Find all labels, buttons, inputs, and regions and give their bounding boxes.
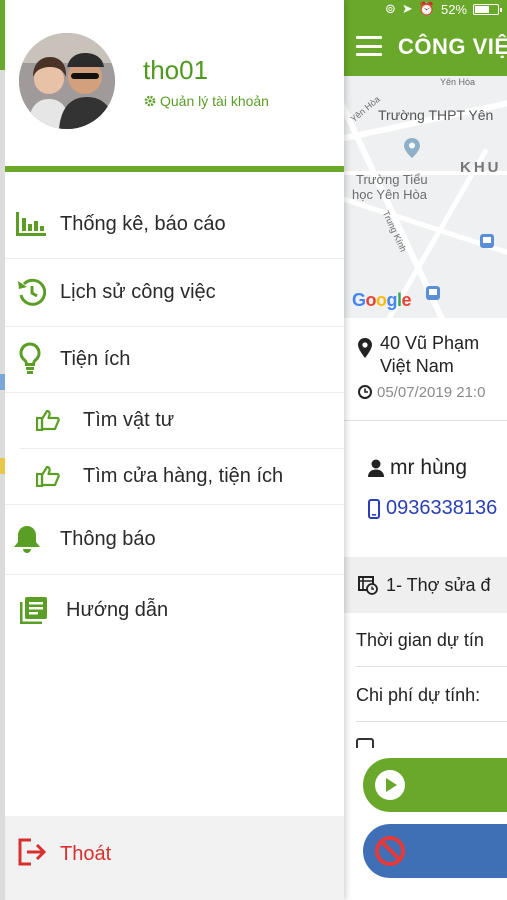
manage-account-link[interactable]: Quản lý tài khoản	[144, 93, 269, 109]
bus-stop-icon	[480, 234, 494, 248]
divider	[356, 721, 507, 722]
username: tho01	[143, 55, 209, 85]
user-icon	[368, 459, 384, 477]
profile-header: tho01 Quản lý tài khoản	[5, 0, 344, 172]
partial-row-icon	[356, 738, 374, 748]
job-date-text: 05/07/2019 21:0	[377, 384, 486, 401]
history-icon	[18, 278, 46, 306]
address-line-2: Việt Nam	[380, 356, 454, 376]
calendar-clock-icon	[358, 576, 378, 595]
thumbs-up-icon	[36, 409, 60, 431]
start-job-button[interactable]	[363, 758, 507, 812]
play-icon	[375, 770, 405, 800]
clock-icon	[358, 385, 372, 399]
manage-account-label: Quản lý tài khoản	[160, 93, 269, 109]
logout-label: Thoát	[60, 843, 112, 865]
menu-item-label: Hướng dẫn	[66, 598, 169, 621]
map-pin-icon	[404, 138, 420, 158]
address-line-1: 40 Vũ Phạm	[380, 333, 480, 353]
estimated-cost-row: Chi phí dự tính:	[356, 685, 481, 705]
service-section-title: 1- Thợ sửa đ	[386, 574, 491, 595]
rotation-lock-icon: ⊚	[384, 1, 396, 16]
battery-percent: 52%	[440, 1, 467, 17]
lightbulb-icon	[19, 342, 41, 374]
hamburger-menu-icon[interactable]	[356, 36, 382, 56]
ban-icon	[375, 836, 405, 866]
menu-item-label: Thông báo	[60, 527, 156, 550]
menu-item-label: Thống kê, báo cáo	[60, 212, 226, 235]
menu-item-notifications[interactable]: Thông báo	[5, 504, 344, 574]
customer-name-text: mr hùng	[390, 456, 468, 479]
menu-item-label: Lịch sử công việc	[60, 280, 216, 303]
service-section-header: 1- Thợ sửa đ	[344, 557, 507, 613]
map-view[interactable]: Yên Hòa Trường THPT Yên Trường Tiểu học …	[344, 76, 507, 318]
customer-name: mr hùng	[368, 456, 467, 480]
menu-item-utilities[interactable]: Tiện ích	[5, 326, 344, 392]
map-label: Trường THPT Yên	[378, 107, 494, 123]
job-address: 40 Vũ Phạm Việt Nam	[380, 332, 479, 378]
customer-phone[interactable]: 0936338136	[368, 497, 497, 520]
navigation-drawer: tho01 Quản lý tài khoản Thống kê, báo cá…	[0, 0, 344, 900]
bar-chart-icon	[16, 212, 46, 236]
menu-item-find-stores[interactable]: Tìm cửa hàng, tiện ích	[5, 448, 344, 504]
book-icon	[20, 597, 47, 624]
mobile-phone-icon	[368, 498, 380, 519]
menu-item-label: Tìm cửa hàng, tiện ích	[83, 464, 284, 487]
profile-photo	[19, 33, 115, 129]
alarm-icon: ⏰	[418, 1, 435, 16]
customer-phone-text[interactable]: 0936338136	[386, 497, 497, 520]
logout-icon	[18, 838, 47, 866]
cancel-job-button[interactable]	[363, 824, 507, 878]
thumbs-up-icon	[36, 465, 60, 487]
location-pin-icon	[358, 338, 372, 358]
avatar[interactable]	[19, 33, 115, 129]
divider	[344, 420, 507, 421]
map-label: KHU	[460, 159, 502, 176]
map-label: Yên Hòa	[440, 77, 476, 87]
battery-icon	[473, 3, 502, 15]
bus-stop-icon	[426, 286, 440, 300]
profile-divider	[5, 166, 344, 172]
menu-item-label: Tìm vật tư	[83, 408, 175, 431]
menu-item-label: Tiện ích	[60, 347, 131, 370]
menu-item-guide[interactable]: Hướng dẫn	[5, 574, 344, 646]
divider	[356, 666, 507, 667]
map-label: học Yên Hòa	[352, 187, 427, 202]
menu-item-reports[interactable]: Thống kê, báo cáo	[5, 190, 344, 258]
map-label: Trường Tiểu	[356, 172, 428, 187]
google-logo: Google	[352, 290, 412, 310]
estimated-time-row: Thời gian dự tín	[356, 630, 484, 650]
bell-icon	[14, 526, 40, 553]
map-label: Trung Kính	[380, 209, 409, 254]
logout-button[interactable]: Thoát	[5, 816, 344, 900]
location-icon: ➤	[401, 1, 413, 16]
menu-item-job-history[interactable]: Lịch sử công việc	[5, 258, 344, 326]
gear-icon	[144, 95, 156, 107]
app-bar-title: CÔNG VIỆ	[398, 34, 507, 59]
job-date: 05/07/2019 21:0	[358, 384, 485, 401]
menu-item-find-materials[interactable]: Tìm vật tư	[5, 392, 344, 448]
